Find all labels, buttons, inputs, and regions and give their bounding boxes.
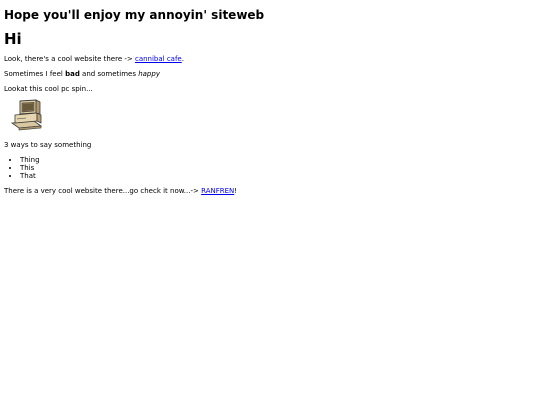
site-title: Hope you'll enjoy my annoyin' siteweb	[4, 8, 265, 22]
happy-text: happy	[138, 70, 160, 78]
feelings-line: Sometimes I feel bad and sometimes happy	[4, 70, 160, 79]
spinning-computer-icon	[10, 99, 43, 131]
feelings-prefix: Sometimes I feel	[4, 70, 66, 78]
ranfren-line: There is a very cool website there...go …	[4, 187, 237, 196]
cannibal-cafe-link[interactable]: cannibal cafe	[135, 55, 182, 63]
list-item: That	[20, 172, 40, 180]
cool-website-text: Look, there's a cool website there ->	[4, 55, 135, 63]
ways-list: Thing This That	[4, 156, 40, 180]
feelings-middle: and sometimes	[79, 70, 139, 78]
ranfren-link[interactable]: RANFREN	[201, 187, 234, 195]
bad-text: bad	[65, 70, 80, 78]
list-item: Thing	[20, 156, 40, 164]
cool-website-suffix: .	[181, 55, 184, 63]
list-item: This	[20, 164, 40, 172]
page-heading: Hi	[4, 30, 22, 48]
ranfren-suffix: !	[234, 187, 238, 195]
pc-spin-line: Lookat this cool pc spin...	[4, 85, 93, 93]
ranfren-prefix: There is a very cool website there...go …	[4, 187, 202, 195]
ways-heading: 3 ways to say something	[4, 141, 92, 149]
cool-website-line: Look, there's a cool website there -> ca…	[4, 55, 184, 64]
